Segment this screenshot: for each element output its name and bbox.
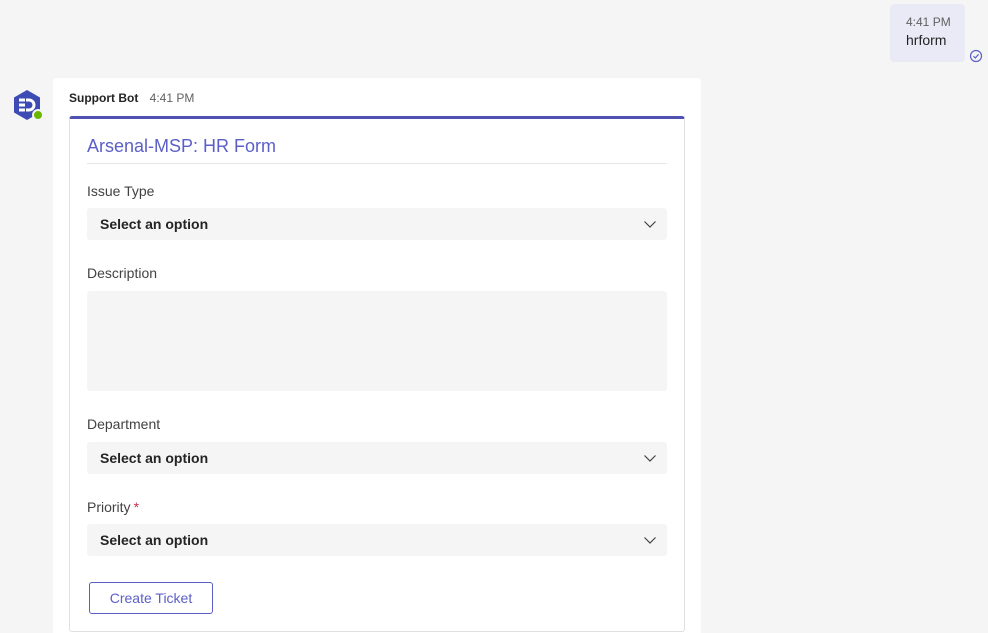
card-divider	[87, 163, 667, 164]
bot-message-time: 4:41 PM	[149, 91, 195, 105]
chevron-down-icon	[644, 537, 656, 544]
required-marker: *	[133, 499, 140, 515]
issue-type-select[interactable]: Select an option	[87, 208, 667, 240]
presence-available-icon	[32, 109, 44, 121]
hr-form-card: Arsenal-MSP: HR Form Issue Type Select a…	[69, 116, 685, 632]
issue-type-label: Issue Type	[87, 183, 155, 199]
sender-name[interactable]: Support Bot	[69, 91, 138, 105]
issue-type-select-value: Select an option	[100, 216, 209, 232]
department-select-value: Select an option	[100, 450, 209, 466]
create-ticket-button[interactable]: Create Ticket	[89, 582, 213, 614]
user-message-time: 4:41 PM	[906, 15, 951, 29]
priority-label: Priority *	[87, 497, 139, 517]
description-label: Description	[87, 265, 158, 281]
user-message-text: hrform	[906, 32, 947, 48]
card-title: Arsenal-MSP: HR Form	[87, 136, 277, 156]
chevron-down-icon	[644, 221, 656, 228]
department-label: Department	[87, 416, 161, 432]
department-select[interactable]: Select an option	[87, 442, 667, 474]
priority-select[interactable]: Select an option	[87, 524, 667, 556]
chevron-down-icon	[644, 455, 656, 462]
chat-view: 4:41 PM hrform Support Bot 4:41 PM Arsen…	[0, 0, 988, 633]
user-message-bubble[interactable]: 4:41 PM hrform	[890, 4, 965, 62]
description-textarea[interactable]	[87, 291, 667, 391]
read-receipt-icon	[969, 49, 983, 63]
priority-select-value: Select an option	[100, 532, 209, 548]
priority-label-text: Priority	[87, 499, 131, 515]
bot-message-header: Support Bot 4:41 PM	[69, 90, 194, 106]
bot-message: Support Bot 4:41 PM Arsenal-MSP: HR Form…	[53, 78, 701, 633]
